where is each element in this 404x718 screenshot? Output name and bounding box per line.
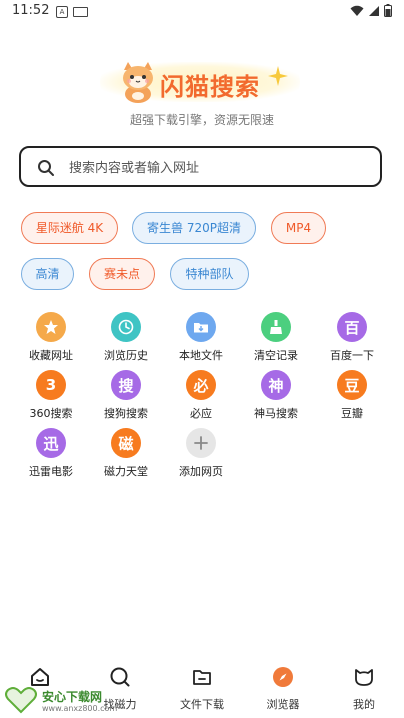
shenma-icon: 神 [261, 370, 291, 400]
watermark-url: www.anxz800.com [42, 704, 118, 713]
douban-icon: 豆 [337, 370, 367, 400]
nav-browser[interactable]: 浏览器 [243, 660, 323, 712]
sim-icon: A [56, 6, 68, 18]
status-bar: 11:52 A [0, 0, 404, 24]
search-box[interactable] [19, 146, 382, 187]
xunlei-icon: 迅 [36, 428, 66, 458]
shortcut-sogou[interactable]: 搜 搜狗搜索 [90, 370, 162, 421]
shortcut-cili[interactable]: 磁 磁力天堂 [90, 428, 162, 479]
sogou-icon: 搜 [111, 370, 141, 400]
360-icon: 3 [36, 370, 66, 400]
watermark: 安心下载网 www.anxz800.com [4, 686, 118, 716]
shortcut-add-page[interactable]: 添加网页 [165, 428, 237, 479]
shortcut-history[interactable]: 浏览历史 [90, 312, 162, 363]
shortcut-bing[interactable]: 必 必应 [165, 370, 237, 421]
shortcut-label: 百度一下 [330, 349, 374, 362]
keyboard-icon [73, 7, 88, 17]
shortcut-label: 磁力天堂 [104, 465, 148, 478]
watermark-title: 安心下载网 [42, 690, 103, 704]
clock-icon [111, 312, 141, 342]
hot-tag[interactable]: 特种部队 [170, 258, 249, 290]
nav-downloads[interactable]: 文件下载 [162, 660, 242, 712]
hot-tag[interactable]: 星际迷航 4K [21, 212, 118, 244]
broom-icon [261, 312, 291, 342]
shortcut-label: 豆瓣 [341, 407, 363, 420]
shortcut-label: 搜狗搜索 [104, 407, 148, 420]
hot-tag[interactable]: 寄生兽 720P超清 [132, 212, 256, 244]
search-input[interactable] [67, 156, 371, 180]
shortcut-douban[interactable]: 豆 豆瓣 [316, 370, 388, 421]
shortcut-favorites[interactable]: 收藏网址 [15, 312, 87, 363]
battery-icon [384, 4, 392, 17]
compass-icon [273, 667, 293, 687]
nav-label: 文件下载 [180, 698, 224, 711]
nav-label: 我的 [353, 698, 375, 711]
app-logo: 闪猫搜索 [0, 58, 404, 106]
baidu-icon: 百 [337, 312, 367, 342]
shortcut-clear-records[interactable]: 清空记录 [240, 312, 312, 363]
shortcut-label: 清空记录 [254, 349, 298, 362]
app-title: 闪猫搜索 [160, 73, 260, 101]
shortcut-label: 收藏网址 [29, 349, 73, 362]
hot-tag[interactable]: 高清 [21, 258, 74, 290]
home-icon [31, 668, 49, 686]
shortcut-shenma[interactable]: 神 神马搜索 [240, 370, 312, 421]
star-icon [36, 312, 66, 342]
nav-label: 浏览器 [266, 698, 300, 711]
folder-download-icon [186, 312, 216, 342]
bing-icon: 必 [186, 370, 216, 400]
search-icon [38, 160, 54, 176]
shortcut-baidu[interactable]: 百 百度一下 [316, 312, 388, 363]
hot-tag[interactable]: 赛未点 [89, 258, 155, 290]
watermark-heart-icon [5, 687, 37, 714]
shortcut-label: 神马搜索 [254, 407, 298, 420]
file-download-icon [193, 670, 211, 685]
shortcut-label: 迅雷电影 [29, 465, 73, 478]
nav-mine[interactable]: 我的 [324, 660, 404, 712]
status-icons [350, 4, 392, 17]
shortcut-label: 必应 [190, 407, 212, 420]
cat-face-icon [355, 669, 373, 686]
shortcut-label: 360搜索 [29, 407, 73, 420]
add-icon [186, 428, 216, 458]
cat-mascot-icon [123, 62, 153, 103]
shortcut-label: 添加网页 [179, 465, 223, 478]
wifi-icon [350, 5, 364, 16]
shortcut-xunlei[interactable]: 迅 迅雷电影 [15, 428, 87, 479]
tagline: 超强下载引擎，资源无限速 [129, 113, 274, 127]
shortcut-label: 本地文件 [179, 349, 223, 362]
status-time: 11:52 [12, 3, 50, 18]
magnet-search-icon [110, 667, 130, 687]
hot-tag[interactable]: MP4 [271, 212, 326, 244]
shortcut-local-files[interactable]: 本地文件 [165, 312, 237, 363]
shortcut-360[interactable]: 3 360搜索 [15, 370, 87, 421]
sparkle-icon [268, 66, 288, 86]
shortcut-label: 浏览历史 [104, 349, 148, 362]
signal-icon [369, 5, 379, 16]
cili-icon: 磁 [111, 428, 141, 458]
